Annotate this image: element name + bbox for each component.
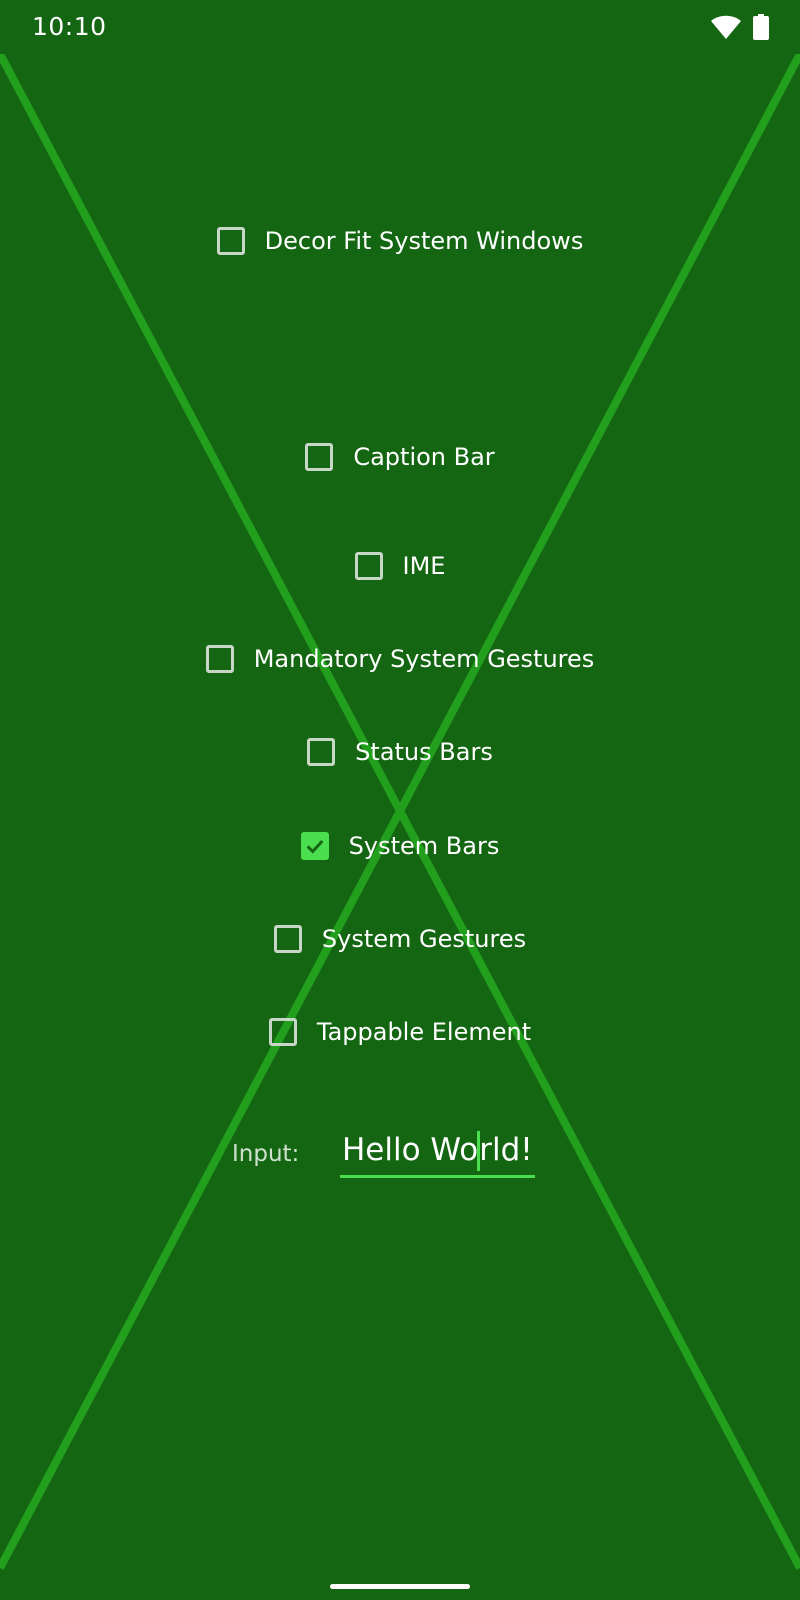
checkbox-caption-bar[interactable] (305, 443, 334, 471)
checkbox-row-mandatory-system-gestures[interactable]: Mandatory System Gestures (205, 645, 595, 673)
checkbox-status-bars[interactable] (307, 738, 336, 766)
option-label: Caption Bar (353, 443, 495, 471)
checkbox-row-caption-bar[interactable]: Caption Bar (305, 443, 495, 471)
wifi-icon (711, 15, 741, 39)
checkbox-row-status-bars[interactable]: Status Bars (307, 738, 493, 766)
checkbox-row-system-bars[interactable]: System Bars (300, 832, 500, 860)
option-system-bars: System Bars (0, 826, 800, 866)
input-text-after-caret: rld! (479, 1131, 533, 1168)
option-caption-bar: Caption Bar (0, 437, 800, 477)
option-label: IME (402, 552, 446, 580)
option-label: System Bars (348, 832, 500, 860)
option-system-gestures: System Gestures (0, 919, 800, 959)
status-bar: 10:10 (0, 0, 800, 54)
text-input-wrap: Hello World! (340, 1130, 535, 1179)
option-label: Status Bars (355, 738, 493, 766)
option-label: System Gestures (321, 925, 527, 953)
input-label: Input: (232, 1141, 300, 1167)
checkbox-system-bars[interactable] (300, 832, 329, 860)
battery-icon (753, 14, 769, 40)
checkbox-row-system-gestures[interactable]: System Gestures (273, 925, 527, 953)
checkbox-tappable-element[interactable] (268, 1018, 297, 1046)
input-text-before-caret: Hello Wo (342, 1131, 479, 1168)
checkbox-row-tappable-element[interactable]: Tappable Element (268, 1018, 532, 1046)
status-time: 10:10 (32, 12, 107, 41)
option-decor-fit-system-windows: Decor Fit System Windows (0, 221, 800, 261)
gesture-nav-handle[interactable] (330, 1584, 470, 1589)
checkbox-ime[interactable] (354, 552, 383, 580)
option-status-bars: Status Bars (0, 732, 800, 772)
app-screen: 10:10 Decor Fit System Windows Caption B… (0, 0, 800, 1600)
option-tappable-element: Tappable Element (0, 1012, 800, 1052)
option-mandatory-system-gestures: Mandatory System Gestures (0, 639, 800, 679)
checkbox-decor-fit-system-windows[interactable] (216, 227, 245, 255)
option-label: Decor Fit System Windows (264, 227, 584, 255)
check-icon (306, 839, 324, 854)
checkbox-system-gestures[interactable] (273, 925, 302, 953)
option-label: Mandatory System Gestures (253, 645, 595, 673)
checkbox-mandatory-system-gestures[interactable] (205, 645, 234, 673)
input-row: Input: Hello World! (232, 1130, 535, 1179)
checkbox-row-ime[interactable]: IME (354, 552, 446, 580)
checkbox-row-decor-fit-system-windows[interactable]: Decor Fit System Windows (216, 227, 584, 255)
text-input-field[interactable]: Hello World! (340, 1130, 535, 1179)
option-ime: IME (0, 546, 800, 586)
option-label: Tappable Element (316, 1018, 532, 1046)
